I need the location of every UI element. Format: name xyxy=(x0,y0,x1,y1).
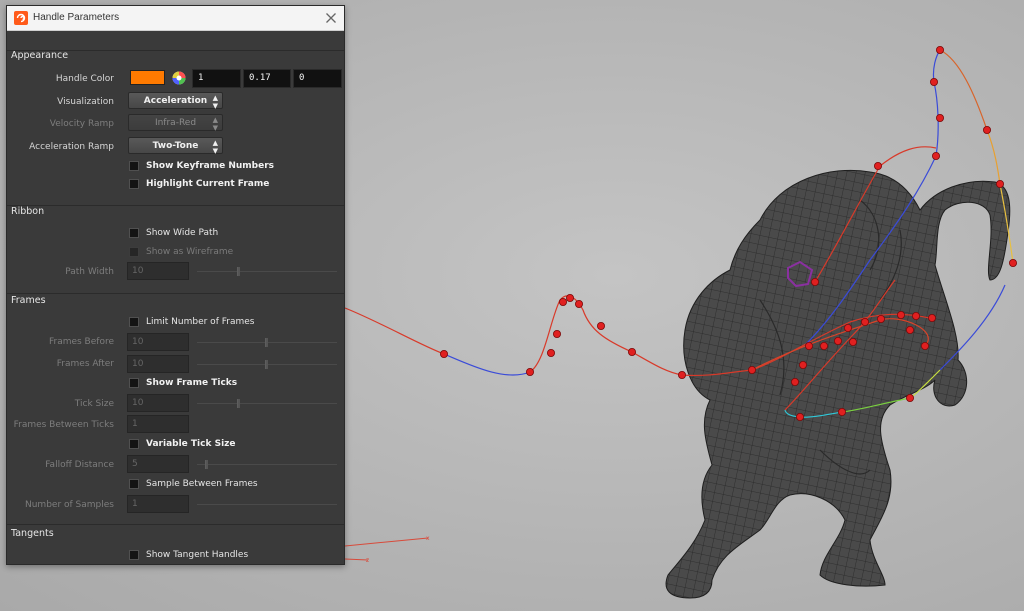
frames-between-ticks-input: 1 xyxy=(127,415,189,433)
handle-color-g-input[interactable]: 0.17 xyxy=(243,69,291,88)
falloff-distance-slider xyxy=(197,460,337,469)
velocity-ramp-dropdown: Infra-Red ▲ ▼ xyxy=(128,114,223,132)
highlight-current-frame-checkbox[interactable] xyxy=(129,179,139,189)
show-tangent-handles-label: Show Tangent Handles xyxy=(146,550,249,560)
show-as-wireframe-label: Show as Wireframe xyxy=(146,247,234,257)
visualization-value: Acceleration xyxy=(143,96,208,106)
handle-color-b-input[interactable]: 0 xyxy=(293,69,342,88)
tick-size-label: Tick Size xyxy=(74,399,114,409)
dropdown-arrows-icon: ▲ ▼ xyxy=(212,116,218,132)
handle-color-label: Handle Color xyxy=(55,74,114,84)
show-frame-ticks-label: Show Frame Ticks xyxy=(146,378,238,388)
highlight-current-frame-label: Highlight Current Frame xyxy=(146,179,270,189)
show-keyframe-numbers-checkbox[interactable] xyxy=(129,161,139,171)
show-wide-path-checkbox[interactable] xyxy=(129,228,139,238)
show-keyframe-numbers-label: Show Keyframe Numbers xyxy=(146,161,275,171)
handle-parameters-dialog: Handle Parameters Appearance Handle Colo… xyxy=(6,5,345,565)
variable-tick-size-checkbox[interactable] xyxy=(129,439,139,449)
color-picker-icon[interactable] xyxy=(171,70,187,86)
number-of-samples-label: Number of Samples xyxy=(25,500,114,510)
sample-between-frames-checkbox[interactable] xyxy=(129,479,139,489)
frames-after-input: 10 xyxy=(127,355,189,373)
limit-number-of-frames-checkbox[interactable] xyxy=(129,317,139,327)
falloff-distance-label: Falloff Distance xyxy=(45,460,114,470)
variable-tick-size-label: Variable Tick Size xyxy=(146,439,236,449)
frames-before-label: Frames Before xyxy=(48,337,114,347)
frames-before-slider xyxy=(197,338,337,347)
tick-size-input: 10 xyxy=(127,394,189,412)
section-divider xyxy=(7,293,344,294)
frames-before-input: 10 xyxy=(127,333,189,351)
falloff-distance-input: 5 xyxy=(127,455,189,473)
section-header-ribbon: Ribbon xyxy=(11,206,45,217)
velocity-ramp-label: Velocity Ramp xyxy=(49,119,114,129)
acceleration-ramp-dropdown[interactable]: Two-Tone ▲ ▼ xyxy=(128,137,223,155)
show-wide-path-label: Show Wide Path xyxy=(146,228,219,238)
visualization-label: Visualization xyxy=(57,97,114,107)
close-icon[interactable] xyxy=(322,9,340,27)
acceleration-ramp-label: Acceleration Ramp xyxy=(29,142,114,152)
velocity-ramp-value: Infra-Red xyxy=(154,118,197,128)
show-tangent-handles-checkbox[interactable] xyxy=(129,550,139,560)
axis-z-label: z xyxy=(366,557,369,564)
axis-x-label: x xyxy=(426,535,430,542)
frames-between-ticks-label: Frames Between Ticks xyxy=(13,420,114,430)
tick-size-slider xyxy=(197,399,337,408)
dropdown-arrows-icon: ▲ ▼ xyxy=(212,139,218,155)
visualization-dropdown[interactable]: Acceleration ▲ ▼ xyxy=(128,92,223,110)
show-as-wireframe-checkbox xyxy=(129,247,139,257)
section-header-tangents: Tangents xyxy=(11,528,54,539)
world-axes: x z xyxy=(344,535,430,564)
section-header-appearance: Appearance xyxy=(11,50,69,61)
dialog-titlebar[interactable]: Handle Parameters xyxy=(7,6,344,31)
sample-between-frames-label: Sample Between Frames xyxy=(146,479,258,489)
limit-number-of-frames-label: Limit Number of Frames xyxy=(146,317,255,327)
dialog-title: Handle Parameters xyxy=(33,12,120,23)
number-of-samples-slider xyxy=(197,504,337,505)
section-divider xyxy=(7,205,344,206)
dropdown-arrows-icon: ▲ ▼ xyxy=(212,94,218,110)
path-width-input: 10 xyxy=(127,262,189,280)
acceleration-ramp-value: Two-Tone xyxy=(152,141,199,151)
frames-after-label: Frames After xyxy=(56,359,114,369)
section-divider xyxy=(7,524,344,525)
handle-color-swatch[interactable] xyxy=(130,70,165,85)
path-width-slider xyxy=(197,267,337,276)
character-mesh xyxy=(665,169,1011,599)
section-header-frames: Frames xyxy=(11,295,46,306)
show-frame-ticks-checkbox[interactable] xyxy=(129,378,139,388)
path-width-label: Path Width xyxy=(65,267,114,277)
frames-after-slider xyxy=(197,360,337,369)
number-of-samples-input: 1 xyxy=(127,495,189,513)
handle-color-r-input[interactable]: 1 xyxy=(192,69,241,88)
houdini-logo-icon xyxy=(14,11,28,25)
